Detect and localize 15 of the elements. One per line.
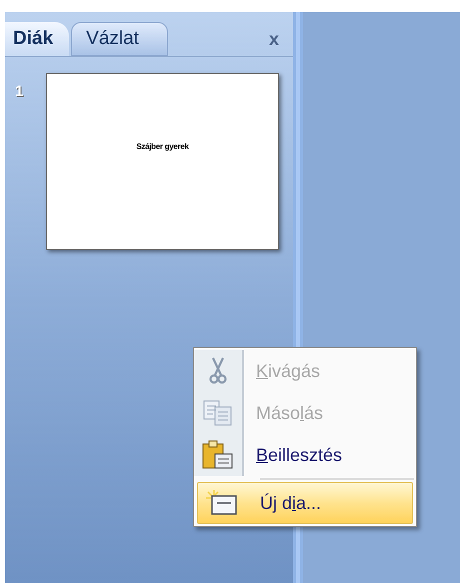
menu-item[interactable]: Új dia... <box>197 482 413 524</box>
copy-icon <box>203 400 233 426</box>
tab[interactable]: Vázlat <box>71 22 168 56</box>
menu-item-label: Kivágás <box>256 360 320 383</box>
menu-item-label: Beillesztés <box>256 444 342 466</box>
slide-title: Szájber gyerek <box>136 140 189 152</box>
scissors-icon <box>209 357 227 385</box>
slide-number: 1 <box>14 82 24 102</box>
menu-item-label: Új dia... <box>260 492 322 515</box>
close-button[interactable]: x <box>268 30 279 48</box>
new-slide-icon <box>206 490 238 516</box>
menu-item-label: Másolás <box>256 402 324 424</box>
tab[interactable]: Diák <box>5 22 70 56</box>
clipboard-icon <box>202 440 234 470</box>
slide-thumbnail[interactable]: Szájber gyerek <box>46 73 279 250</box>
